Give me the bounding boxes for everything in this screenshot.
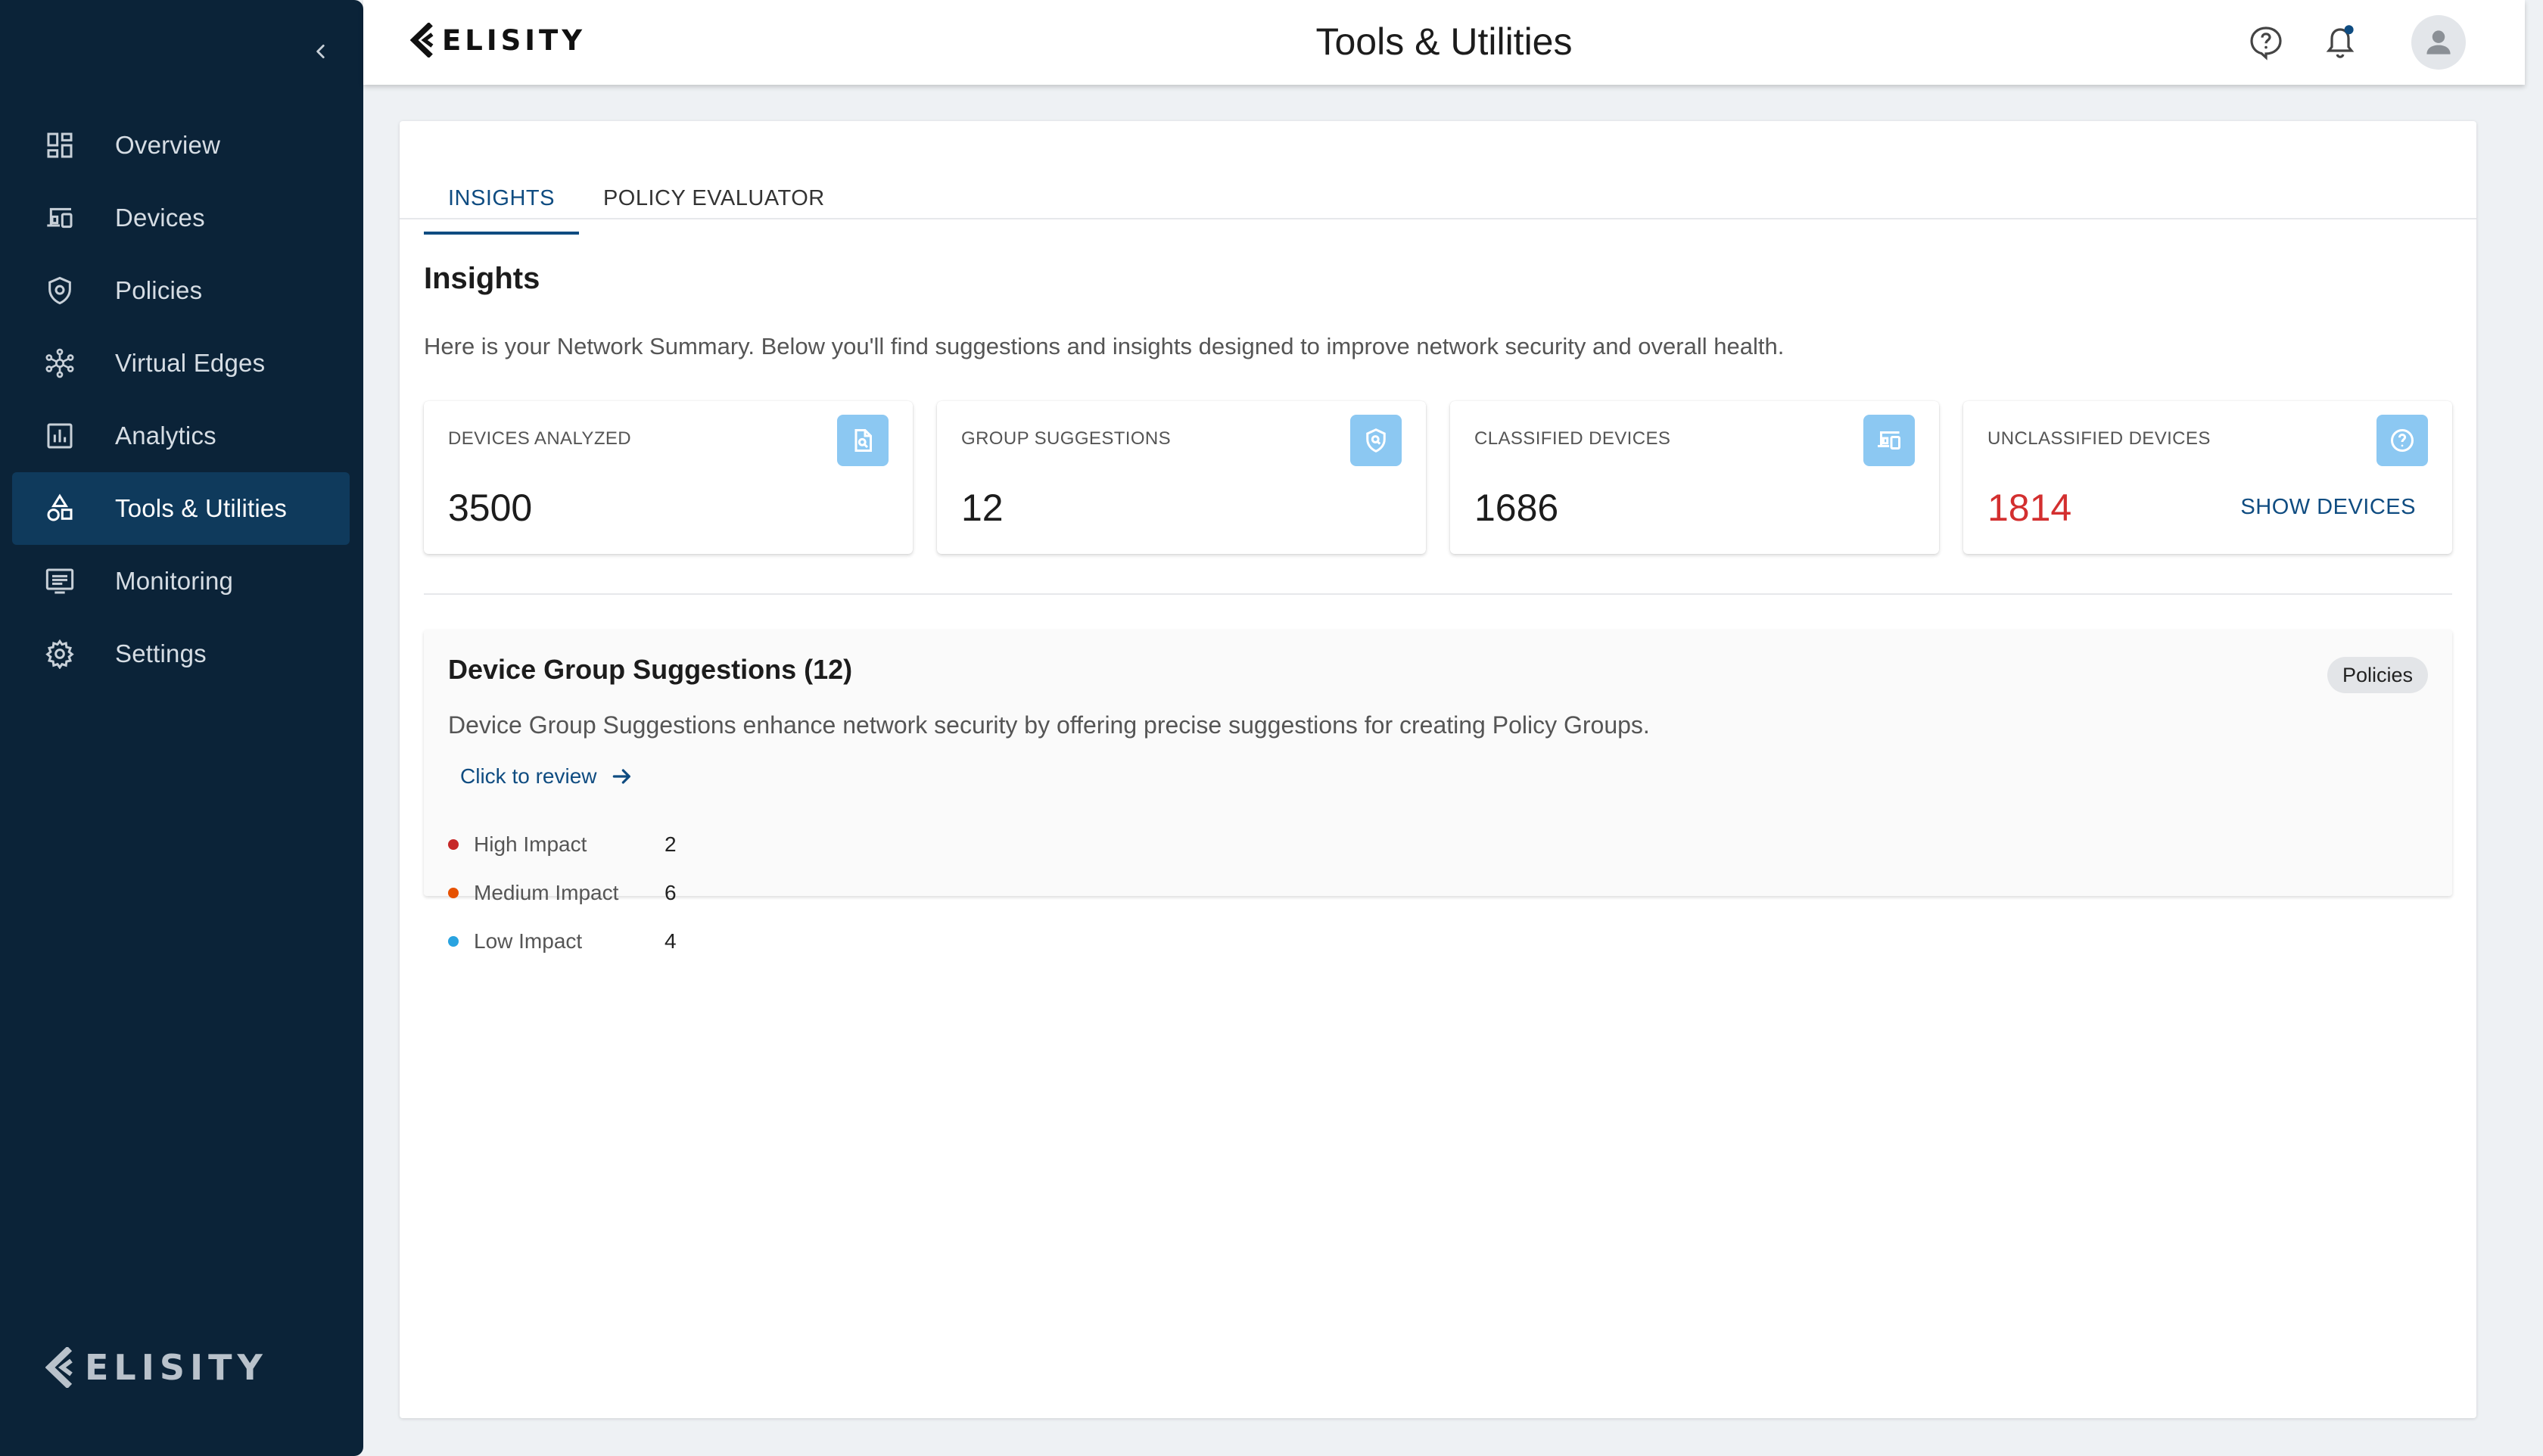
- elisity-mark-icon: [45, 1347, 73, 1388]
- sidebar-item-tools-utilities[interactable]: Tools & Utilities: [12, 472, 350, 545]
- network-hub-icon: [42, 346, 77, 381]
- sidebar-item-settings[interactable]: Settings: [12, 618, 350, 690]
- shapes-icon: [42, 491, 77, 526]
- section-divider: [424, 593, 2452, 595]
- sidebar-item-policies[interactable]: Policies: [12, 254, 350, 327]
- sidebar-item-label: Monitoring: [115, 567, 234, 595]
- impact-list: High Impact 2 Medium Impact 6 Low Impact…: [448, 820, 751, 966]
- sidebar-item-label: Analytics: [115, 422, 216, 450]
- impact-value: 6: [665, 881, 677, 904]
- help-icon: [2250, 26, 2282, 61]
- stat-value: 3500: [448, 487, 533, 529]
- impact-row-high: High Impact 2: [448, 820, 751, 869]
- low-impact-dot: [448, 936, 459, 947]
- suggestions-title: Device Group Suggestions (12): [448, 654, 853, 685]
- sidebar-item-devices[interactable]: Devices: [12, 182, 350, 254]
- shield-icon: [42, 273, 77, 308]
- page-title: Tools & Utilities: [1315, 20, 1573, 63]
- stat-card-group-suggestions: GROUP SUGGESTIONS 12: [937, 401, 1426, 554]
- insights-title: Insights: [424, 262, 540, 295]
- medium-impact-dot: [448, 888, 459, 898]
- help-icon: [2376, 415, 2428, 466]
- devices-icon: [1863, 415, 1915, 466]
- top-header: ELISITY Tools & Utilities: [363, 0, 2525, 85]
- high-impact-dot: [448, 839, 459, 850]
- impact-value: 4: [665, 929, 677, 953]
- stat-card-classified-devices: CLASSIFIED DEVICES 1686: [1450, 401, 1939, 554]
- stat-label: CLASSIFIED DEVICES: [1474, 428, 1671, 449]
- sidebar-nav: Overview Devices Policies Virtual Edges …: [12, 109, 350, 690]
- impact-row-low: Low Impact 4: [448, 917, 751, 966]
- device-group-suggestions-card: Device Group Suggestions (12) Policies D…: [424, 630, 2452, 953]
- click-to-review-link[interactable]: Click to review: [460, 764, 634, 789]
- sidebar-item-label: Tools & Utilities: [115, 494, 288, 522]
- policies-chip: Policies: [2327, 657, 2428, 693]
- help-button[interactable]: [2245, 21, 2287, 64]
- shield-search-icon: [1350, 415, 1402, 466]
- app-root: Overview Devices Policies Virtual Edges …: [0, 0, 2543, 1456]
- devices-icon: [42, 201, 77, 235]
- stat-label: UNCLASSIFIED DEVICES: [1987, 428, 2211, 449]
- review-link-label: Click to review: [460, 764, 597, 788]
- impact-name: Low Impact: [474, 929, 583, 953]
- main-content: INSIGHTS POLICY EVALUATOR Insights Here …: [400, 121, 2476, 1418]
- insights-description: Here is your Network Summary. Below you'…: [424, 333, 1785, 359]
- user-icon: [2426, 30, 2451, 54]
- impact-name: High Impact: [474, 832, 587, 856]
- chevron-left-icon: [316, 45, 325, 58]
- arrow-right-icon: [610, 764, 634, 789]
- sidebar-item-virtual-edges[interactable]: Virtual Edges: [12, 327, 350, 400]
- impact-row-medium: Medium Impact 6: [448, 869, 751, 917]
- collapse-sidebar-button[interactable]: [303, 33, 339, 70]
- sidebar-item-overview[interactable]: Overview: [12, 109, 350, 182]
- stat-label: GROUP SUGGESTIONS: [961, 428, 1172, 449]
- stat-value: 12: [961, 487, 1004, 529]
- stat-label: DEVICES ANALYZED: [448, 428, 632, 449]
- bell-icon: [2326, 25, 2355, 58]
- sidebar-item-monitoring[interactable]: Monitoring: [12, 545, 350, 618]
- impact-name: Medium Impact: [474, 881, 619, 904]
- tab-insights[interactable]: INSIGHTS: [424, 162, 579, 235]
- sidebar: Overview Devices Policies Virtual Edges …: [0, 0, 363, 1456]
- impact-value: 2: [665, 832, 677, 856]
- stat-value: 1686: [1474, 487, 1559, 529]
- document-search-icon: [837, 415, 889, 466]
- tab-bar: INSIGHTS POLICY EVALUATOR: [424, 162, 849, 235]
- sidebar-item-label: Overview: [115, 131, 221, 159]
- sidebar-item-label: Virtual Edges: [115, 349, 266, 377]
- show-devices-button[interactable]: SHOW DEVICES: [2240, 495, 2416, 520]
- sidebar-item-label: Policies: [115, 276, 203, 304]
- sidebar-logo-text: ELISITY: [85, 1347, 268, 1388]
- bar-chart-icon: [42, 418, 77, 453]
- tab-policy-evaluator[interactable]: POLICY EVALUATOR: [579, 162, 849, 235]
- sidebar-item-label: Devices: [115, 204, 205, 232]
- gear-icon: [42, 636, 77, 671]
- tabs-divider: [400, 218, 2476, 219]
- monitor-icon: [42, 564, 77, 599]
- sidebar-item-analytics[interactable]: Analytics: [12, 400, 350, 472]
- sidebar-item-label: Settings: [115, 639, 207, 667]
- notifications-button[interactable]: [2319, 21, 2361, 64]
- stat-card-unclassified-devices: UNCLASSIFIED DEVICES 1814 SHOW DEVICES: [1963, 401, 2452, 554]
- suggestions-description: Device Group Suggestions enhance network…: [448, 711, 1650, 739]
- stat-card-devices-analyzed: DEVICES ANALYZED 3500: [424, 401, 913, 554]
- stat-value: 1814: [1987, 487, 2072, 529]
- sidebar-logo: ELISITY: [45, 1347, 268, 1388]
- user-avatar[interactable]: [2411, 15, 2466, 70]
- dashboard-icon: [42, 128, 77, 163]
